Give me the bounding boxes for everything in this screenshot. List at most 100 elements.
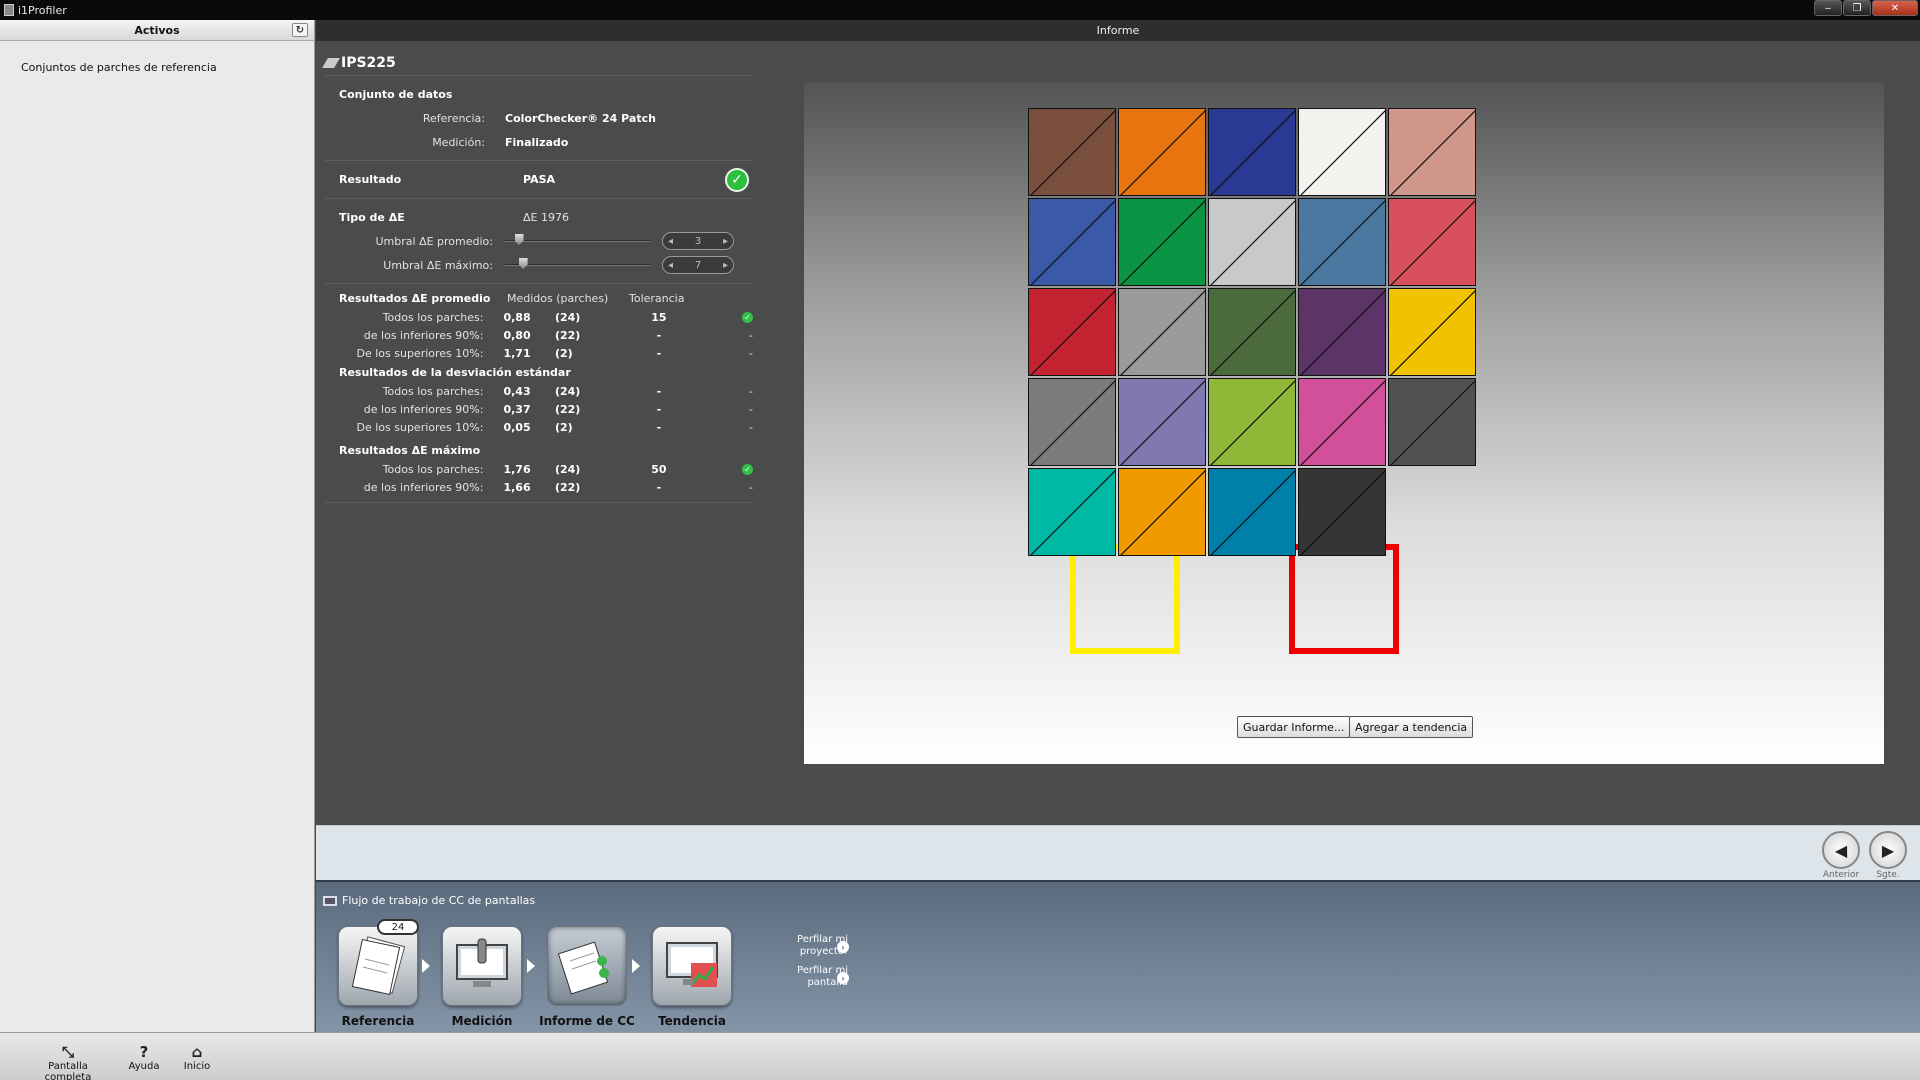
patch-diagonal <box>1030 290 1115 375</box>
help-button[interactable]: ? Ayuda <box>124 1043 164 1072</box>
patch-diagonal <box>1030 470 1115 555</box>
refresh-icon[interactable]: ↻ <box>292 23 308 37</box>
close-button[interactable]: ✕ <box>1872 0 1918 16</box>
dataset-title: Conjunto de datos <box>339 87 453 101</box>
slider-handle[interactable] <box>518 258 528 269</box>
patch-diagonal <box>1120 380 1205 465</box>
row-count: (2) <box>554 420 573 434</box>
step-reference[interactable]: 24 <box>338 919 419 1006</box>
display-icon <box>322 57 340 68</box>
reference-label: Referencia: <box>422 111 485 125</box>
patch-diagonal <box>1030 380 1115 465</box>
color-patch[interactable] <box>1028 378 1116 466</box>
assets-header: Activos ↻ <box>0 20 314 41</box>
step-cc-report[interactable] <box>547 926 627 1006</box>
step-trend[interactable] <box>652 926 732 1006</box>
save-report-button[interactable]: Guardar Informe... <box>1237 716 1351 738</box>
color-patch[interactable] <box>1388 198 1476 286</box>
color-patch[interactable] <box>1208 198 1296 286</box>
color-patch[interactable] <box>1028 468 1116 556</box>
avg-threshold-row: Umbral ΔE promedio: ◂ 3 ▸ <box>325 229 753 253</box>
color-patch[interactable] <box>1298 108 1386 196</box>
color-patch[interactable] <box>1118 288 1206 376</box>
color-patch[interactable] <box>1298 198 1386 286</box>
color-patch[interactable] <box>1388 378 1476 466</box>
max-threshold-slider[interactable] <box>505 258 650 272</box>
maximize-button[interactable]: ❐ <box>1843 0 1871 16</box>
max-threshold-stepper[interactable]: ◂ 7 ▸ <box>662 256 734 274</box>
fullscreen-button[interactable]: ⤡ Pantalla completa <box>28 1043 108 1080</box>
patch-diagonal <box>1300 290 1385 375</box>
color-patch[interactable] <box>1388 108 1476 196</box>
row-count: (2) <box>554 346 573 360</box>
decrement-icon[interactable]: ◂ <box>668 236 673 247</box>
increment-icon[interactable]: ▸ <box>723 236 728 247</box>
results-section: Resultados ΔE promedio Medidos (parches)… <box>325 284 754 503</box>
color-patch[interactable] <box>1118 198 1206 286</box>
delta-type-value[interactable]: ΔE 1976 <box>523 211 569 224</box>
avg-threshold-slider[interactable] <box>505 234 650 248</box>
color-patch[interactable] <box>1118 108 1206 196</box>
dataset-section: Conjunto de datos Referencia: ColorCheck… <box>325 76 753 161</box>
next-button[interactable]: ▶ <box>1869 831 1907 869</box>
avg-threshold-stepper[interactable]: ◂ 3 ▸ <box>662 232 734 250</box>
report-check-icon <box>557 941 609 995</box>
highlight-yellow <box>1070 544 1180 654</box>
increment-icon[interactable]: ▸ <box>723 260 728 271</box>
row-label: De los superiores 10%: <box>356 346 484 360</box>
row-status: - <box>694 385 753 398</box>
color-patch[interactable] <box>1118 468 1206 556</box>
color-patch[interactable] <box>1028 198 1116 286</box>
row-tolerance: - <box>656 402 662 416</box>
patch-diagonal <box>1390 110 1475 195</box>
color-patch[interactable] <box>1298 378 1386 466</box>
row-value: 1,76 <box>503 462 531 476</box>
row-count: (22) <box>554 328 581 342</box>
color-patch[interactable] <box>1208 378 1296 466</box>
reference-row: Referencia: ColorChecker® 24 Patch <box>325 106 753 130</box>
color-patch[interactable] <box>1388 288 1476 376</box>
col-measured: Medidos (parches) <box>507 291 609 305</box>
patch-diagonal <box>1120 200 1205 285</box>
patch-diagonal <box>1210 290 1295 375</box>
color-patch[interactable] <box>1208 468 1296 556</box>
reference-value: ColorChecker® 24 Patch <box>505 111 656 125</box>
step-trend-label: Tendencia <box>658 1014 726 1028</box>
color-patch[interactable] <box>1028 288 1116 376</box>
add-to-trend-button[interactable]: Agregar a tendencia <box>1349 716 1474 738</box>
measurement-value: Finalizado <box>505 135 569 149</box>
row-status-text: - <box>749 328 754 342</box>
row-value: 0,80 <box>503 328 531 342</box>
row-status: ✓ <box>694 311 754 323</box>
home-label: Inicio <box>183 1061 211 1072</box>
std-results-header: Resultados de la desviación estándar <box>325 362 753 382</box>
color-patch[interactable] <box>1118 378 1206 466</box>
row-tolerance: - <box>656 480 662 494</box>
color-patch[interactable] <box>1028 108 1116 196</box>
decrement-icon[interactable]: ◂ <box>668 260 673 271</box>
color-patch[interactable] <box>1208 288 1296 376</box>
patch-diagonal <box>1390 200 1475 285</box>
arrow-right-icon[interactable]: › <box>837 941 849 953</box>
measurement-row: Medición: Finalizado <box>325 130 753 154</box>
color-patch[interactable] <box>1298 288 1386 376</box>
footer-toolbar: ⤡ Pantalla completa ? Ayuda ⌂ Inicio <box>0 1032 1920 1080</box>
measurement-label: Medición: <box>432 135 485 149</box>
reference-patch-sets-item[interactable]: Conjuntos de parches de referencia <box>0 61 314 74</box>
minimize-button[interactable]: ‒ <box>1814 0 1842 16</box>
navigation-strip: ◀ Anterior ▶ Sgte. <box>316 825 1920 880</box>
arrow-right-icon[interactable]: › <box>837 972 849 984</box>
patch-diagonal <box>1030 110 1115 195</box>
home-button[interactable]: ⌂ Inicio <box>177 1043 217 1072</box>
avg-threshold-value[interactable]: 3 <box>695 236 701 247</box>
device-title: IPS225 <box>322 50 753 76</box>
step-measurement[interactable] <box>442 926 522 1006</box>
workflow-bar: Flujo de trabajo de CC de pantallas 24 R… <box>316 880 1920 1032</box>
previous-button[interactable]: ◀ <box>1822 831 1860 869</box>
color-patch[interactable] <box>1298 468 1386 556</box>
slider-handle[interactable] <box>514 234 524 245</box>
color-patch[interactable] <box>1208 108 1296 196</box>
max-threshold-value[interactable]: 7 <box>695 260 701 271</box>
row-count: (22) <box>554 480 581 494</box>
max-results-header: Resultados ΔE máximo <box>325 440 753 460</box>
